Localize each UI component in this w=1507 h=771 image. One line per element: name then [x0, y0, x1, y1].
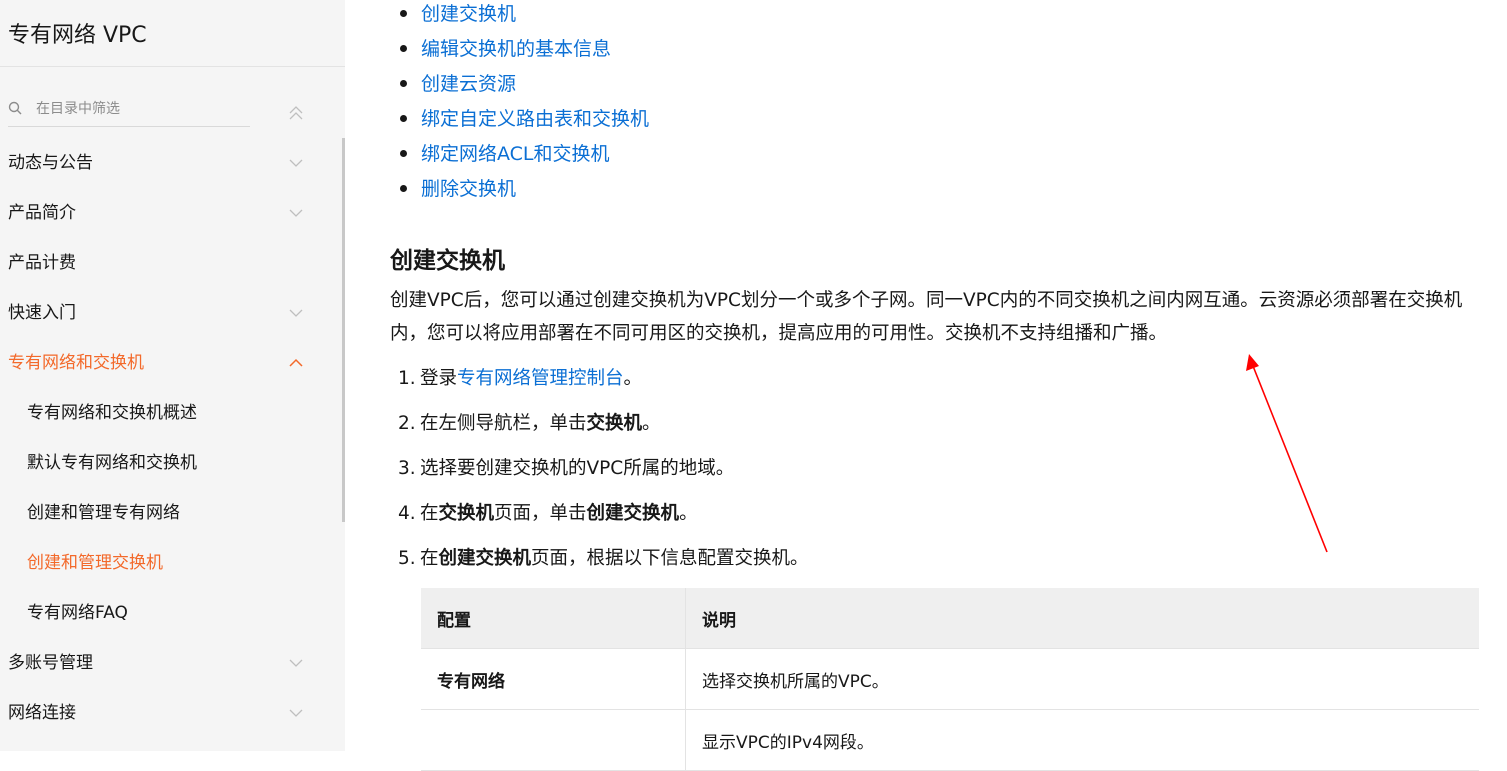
step-text: 选择要创建交换机的VPC所属的地域。: [420, 458, 735, 479]
table-row: 专有网络 选择交换机所属的VPC。: [421, 648, 1479, 710]
step-2: 2. 在左侧导航栏，单击交换机。: [398, 411, 661, 437]
collapse-all-icon[interactable]: [286, 103, 306, 123]
bullet: [400, 80, 407, 87]
toc-link[interactable]: 创建交换机: [421, 1, 516, 27]
nav-item-quick-start[interactable]: 快速入门: [0, 295, 320, 331]
divider: [0, 66, 345, 67]
console-link[interactable]: 专有网络管理控制台: [457, 368, 624, 389]
chevron-down-icon: [289, 309, 303, 317]
table-cell: 选择交换机所属的VPC。: [685, 648, 1479, 710]
section-body: 创建VPC后，您可以通过创建交换机为VPC划分一个或多个子网。同一VPC内的不同…: [390, 290, 1463, 344]
filter-box: [8, 92, 250, 127]
nav-item-manage-vswitch[interactable]: 创建和管理交换机: [0, 545, 320, 581]
nav-item-label: 多账号管理: [8, 653, 93, 673]
bullet: [400, 45, 407, 52]
step-number: 4.: [398, 503, 416, 524]
step-bold: 创建交换机: [438, 548, 532, 569]
step-text: 页面，根据以下信息配置交换机。: [531, 548, 809, 569]
sidebar: 专有网络 VPC 动态与公告 产品简介 产品计费 快速入门 专有网络和交换机 专…: [0, 0, 345, 751]
table-cell: 显示VPC的IPv4网段。: [685, 709, 1479, 771]
nav-item-label: 快速入门: [8, 303, 76, 323]
toc-link[interactable]: 编辑交换机的基本信息: [421, 36, 611, 62]
nav-item-announcements[interactable]: 动态与公告: [0, 145, 320, 181]
nav-item-label: 专有网络和交换机概述: [27, 403, 197, 423]
step-text: 登录: [420, 368, 458, 389]
chevron-up-icon: [289, 358, 303, 367]
step-text: 在: [420, 548, 439, 569]
step-number: 2.: [398, 413, 416, 434]
nav-item-vpc-overview[interactable]: 专有网络和交换机概述: [0, 395, 320, 431]
nav-item-vpc-faq[interactable]: 专有网络FAQ: [0, 595, 320, 631]
nav-item-label: 创建和管理交换机: [27, 553, 163, 573]
step-3: 3. 选择要创建交换机的VPC所属的地域。: [398, 456, 734, 482]
nav-item-product-intro[interactable]: 产品简介: [0, 195, 320, 231]
nav-item-default-vpc[interactable]: 默认专有网络和交换机: [0, 445, 320, 481]
chevron-down-icon: [289, 709, 303, 717]
table-header-row: 配置 说明: [421, 588, 1479, 649]
chevron-down-icon: [289, 159, 303, 167]
nav-item-label: 网络连接: [8, 703, 76, 723]
section-heading: 创建交换机: [390, 248, 505, 274]
step-1: 1. 登录专有网络管理控制台。: [398, 366, 642, 392]
filter-input[interactable]: [34, 97, 248, 121]
step-bold: 创建交换机: [586, 503, 680, 524]
step-text: 在: [420, 503, 439, 524]
nav-item-vpc-and-vswitch[interactable]: 专有网络和交换机: [0, 345, 320, 381]
nav-item-billing[interactable]: 产品计费: [0, 245, 320, 281]
toc-link[interactable]: 创建云资源: [421, 71, 516, 97]
nav-item-label: 产品简介: [8, 203, 76, 223]
nav-item-multi-account[interactable]: 多账号管理: [0, 645, 320, 681]
step-number: 3.: [398, 458, 416, 479]
step-bold: 交换机: [586, 413, 643, 434]
step-text: 。: [642, 413, 661, 434]
search-icon: [8, 101, 22, 115]
chevron-down-icon: [289, 659, 303, 667]
nav-item-label: 专有网络和交换机: [8, 353, 144, 373]
table-cell: [421, 709, 686, 771]
step-number: 5.: [398, 548, 416, 569]
step-5: 5. 在创建交换机页面，根据以下信息配置交换机。: [398, 546, 809, 572]
toc-link[interactable]: 删除交换机: [421, 176, 516, 202]
table-cell: 专有网络: [421, 648, 686, 710]
step-text: 页面，单击: [494, 503, 587, 524]
nav-item-label: 专有网络FAQ: [27, 603, 128, 623]
bullet: [400, 10, 407, 17]
bullet: [400, 150, 407, 157]
table-header: 配置: [421, 588, 686, 649]
step-text: 在左侧导航栏，单击: [420, 413, 587, 434]
nav-item-label: 产品计费: [8, 253, 76, 273]
nav-item-manage-vpc[interactable]: 创建和管理专有网络: [0, 495, 320, 531]
toc-link[interactable]: 绑定网络ACL和交换机: [421, 141, 610, 167]
table-header: 说明: [685, 588, 1479, 649]
bullet: [400, 115, 407, 122]
step-4: 4. 在交换机页面，单击创建交换机。: [398, 501, 698, 527]
main-content: 创建交换机 编辑交换机的基本信息 创建云资源 绑定自定义路由表和交换机 绑定网络…: [345, 0, 1507, 771]
nav-item-label: 动态与公告: [8, 153, 93, 173]
step-bold: 交换机: [438, 503, 495, 524]
step-text: 。: [679, 503, 698, 524]
nav-item-label: 创建和管理专有网络: [27, 503, 180, 523]
config-table: 配置 说明 专有网络 选择交换机所属的VPC。 显示VPC的IPv4网段。: [421, 588, 1479, 771]
step-number: 1.: [398, 368, 416, 389]
table-row: 显示VPC的IPv4网段。: [421, 709, 1479, 771]
step-text: 。: [623, 368, 643, 389]
product-title[interactable]: 专有网络 VPC: [8, 17, 147, 49]
toc-link[interactable]: 绑定自定义路由表和交换机: [421, 106, 649, 132]
chevron-down-icon: [289, 209, 303, 217]
nav-item-network-connection[interactable]: 网络连接: [0, 695, 320, 731]
bullet: [400, 185, 407, 192]
nav-item-label: 默认专有网络和交换机: [27, 453, 197, 473]
